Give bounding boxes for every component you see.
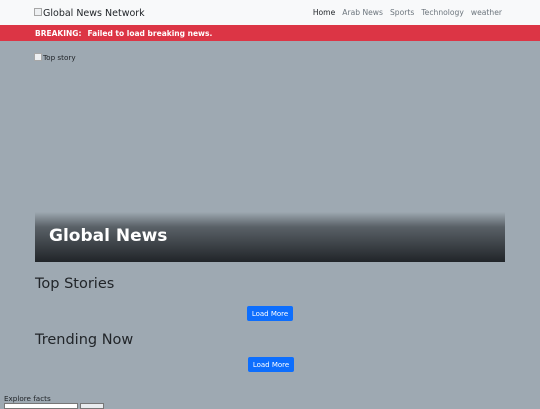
- nav-link-weather[interactable]: weather: [471, 8, 502, 17]
- hero-image[interactable]: Top story: [34, 52, 76, 62]
- hero-caption: Global News: [35, 212, 505, 262]
- top-navbar: Global News Network Home Arab News Sport…: [0, 0, 540, 25]
- nav-link-technology[interactable]: Technology: [421, 8, 464, 17]
- section-title-trending-now: Trending Now: [35, 332, 134, 348]
- load-more-trending-button[interactable]: Load More: [248, 357, 294, 372]
- broken-image-icon: [34, 52, 42, 61]
- breaking-message: Failed to load breaking news.: [87, 28, 213, 38]
- explore-facts-label: Explore facts: [4, 394, 51, 403]
- load-more-top-stories-button[interactable]: Load More: [247, 306, 293, 321]
- hero-image-alt: Top story: [43, 53, 76, 62]
- brand-logo-link[interactable]: Global News Network: [34, 6, 145, 20]
- nav-link-home[interactable]: Home: [313, 8, 335, 17]
- hero-title: Global News: [49, 226, 168, 246]
- breaking-label: BREAKING:: [35, 28, 82, 38]
- explore-facts-button[interactable]: [80, 403, 104, 409]
- breaking-news-bar: BREAKING: Failed to load breaking news.: [0, 25, 540, 41]
- nav-links: Home Arab News Sports Technology weather: [313, 8, 502, 17]
- nav-link-arab-news[interactable]: Arab News: [342, 8, 383, 17]
- section-title-top-stories: Top Stories: [35, 276, 115, 292]
- brand-name: Global News Network: [43, 7, 145, 19]
- nav-link-sports[interactable]: Sports: [390, 8, 414, 17]
- broken-image-icon: [34, 8, 42, 16]
- explore-facts-input[interactable]: [4, 403, 78, 409]
